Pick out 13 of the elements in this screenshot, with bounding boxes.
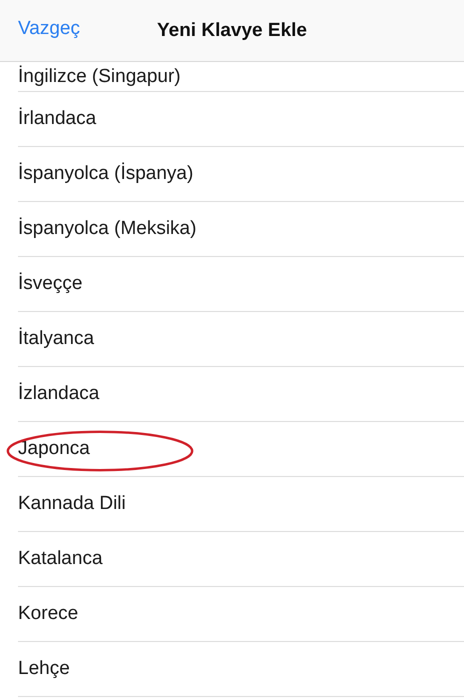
screen-title: Yeni Klavye Ekle xyxy=(157,20,307,42)
language-item[interactable]: İtalyanca xyxy=(18,328,94,350)
language-item[interactable]: Katalanca xyxy=(18,548,103,570)
language-item[interactable]: Kannada Dili xyxy=(18,493,126,515)
language-item[interactable]: İspanyolca (Meksika) xyxy=(18,218,196,240)
language-item[interactable]: Korece xyxy=(18,603,78,625)
language-item[interactable]: Lehçe xyxy=(18,658,70,680)
cancel-button[interactable]: Vazgeç xyxy=(18,18,80,40)
language-item[interactable]: İsveççe xyxy=(18,273,82,295)
language-item[interactable]: İrlandaca xyxy=(18,108,96,130)
language-item[interactable]: İzlandaca xyxy=(18,383,100,405)
language-item[interactable]: İspanyolca (İspanya) xyxy=(18,163,194,185)
language-item[interactable]: İngilizce (Singapur) xyxy=(18,66,181,88)
